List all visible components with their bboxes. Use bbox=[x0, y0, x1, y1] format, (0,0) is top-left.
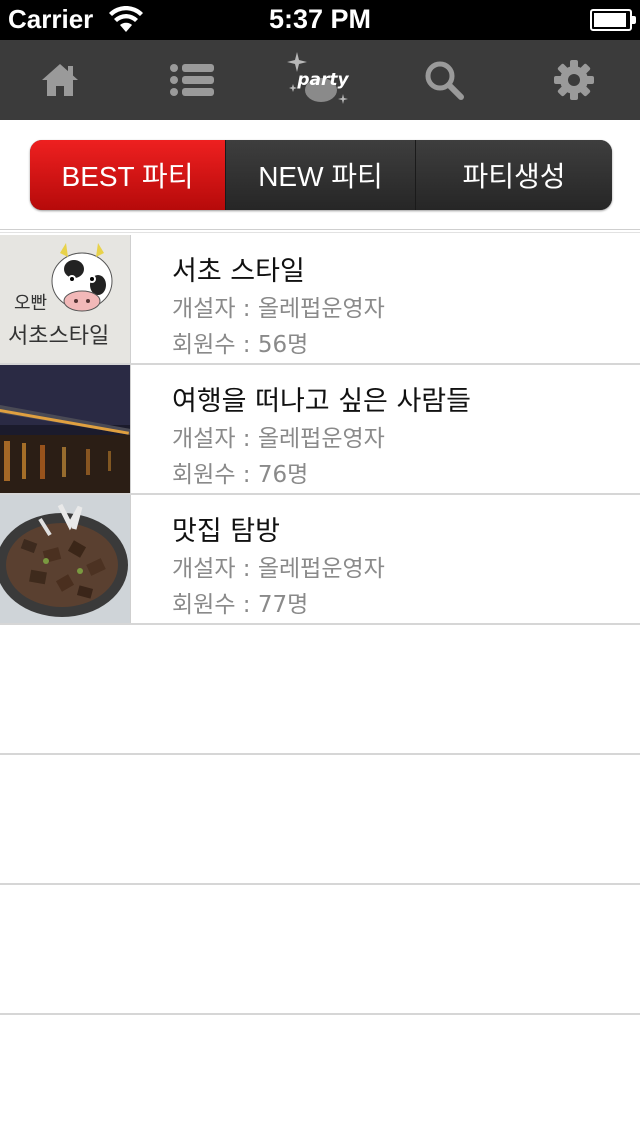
party-owner: 개설자 : 올레펍운영자 bbox=[172, 296, 385, 322]
search-icon bbox=[425, 61, 464, 100]
list-item[interactable]: 맛집 탐방 개설자 : 올레펍운영자 회원수 : 77명 bbox=[0, 495, 640, 625]
settings-button[interactable] bbox=[534, 40, 614, 120]
list-item[interactable]: 여행을 떠나고 싶은 사람들 개설자 : 올레펍운영자 회원수 : 76명 bbox=[0, 365, 640, 495]
home-icon bbox=[42, 64, 78, 96]
party-members: 회원수 : 77명 bbox=[172, 592, 309, 618]
clock: 5:37 PM bbox=[268, 4, 372, 34]
party-owner: 개설자 : 올레펍운영자 bbox=[172, 556, 385, 582]
status-bar: Carrier 5:37 PM bbox=[0, 0, 640, 40]
party-thumbnail: 오빤 서초스타일 bbox=[0, 235, 131, 363]
tab-best-party[interactable]: BEST 파티 bbox=[30, 140, 226, 210]
battery-icon bbox=[590, 9, 636, 31]
list-icon bbox=[170, 64, 214, 96]
party-members: 회원수 : 76명 bbox=[172, 462, 309, 488]
party-logo: party bbox=[287, 52, 350, 104]
party-thumbnail bbox=[0, 365, 131, 493]
top-toolbar: party bbox=[0, 40, 640, 120]
list-item[interactable]: 오빤 서초스타일 서초 스타일 개설자 : 올레펍운영자 회원수 : 56명 bbox=[0, 235, 640, 365]
party-list: 오빤 서초스타일 서초 스타일 개설자 : 올레펍운영자 회원수 : 56명 여… bbox=[0, 235, 640, 1015]
party-title: 서초 스타일 bbox=[172, 256, 305, 287]
party-title: 여행을 떠나고 싶은 사람들 bbox=[172, 386, 471, 417]
list-button[interactable] bbox=[152, 40, 232, 120]
party-owner: 개설자 : 올레펍운영자 bbox=[172, 426, 385, 452]
party-thumbnail bbox=[0, 495, 131, 623]
gear-icon bbox=[554, 60, 594, 100]
divider bbox=[0, 229, 640, 233]
party-title: 맛집 탐방 bbox=[172, 516, 280, 547]
thumbnail-handwriting-2: 서초스타일 bbox=[8, 324, 109, 349]
empty-row bbox=[0, 885, 640, 1015]
search-button[interactable] bbox=[404, 40, 484, 120]
party-logo-text: party bbox=[296, 70, 349, 90]
party-members: 회원수 : 56명 bbox=[172, 332, 309, 358]
empty-row bbox=[0, 755, 640, 885]
empty-row bbox=[0, 625, 640, 755]
tab-create-party[interactable]: 파티생성 bbox=[416, 140, 612, 210]
thumbnail-handwriting-1: 오빤 bbox=[14, 293, 47, 314]
home-button[interactable] bbox=[20, 40, 100, 120]
party-logo-button[interactable]: party bbox=[272, 40, 368, 120]
battery-level bbox=[594, 13, 627, 27]
segmented-control: BEST 파티 NEW 파티 파티생성 bbox=[30, 140, 612, 210]
tab-new-party[interactable]: NEW 파티 bbox=[226, 140, 416, 210]
